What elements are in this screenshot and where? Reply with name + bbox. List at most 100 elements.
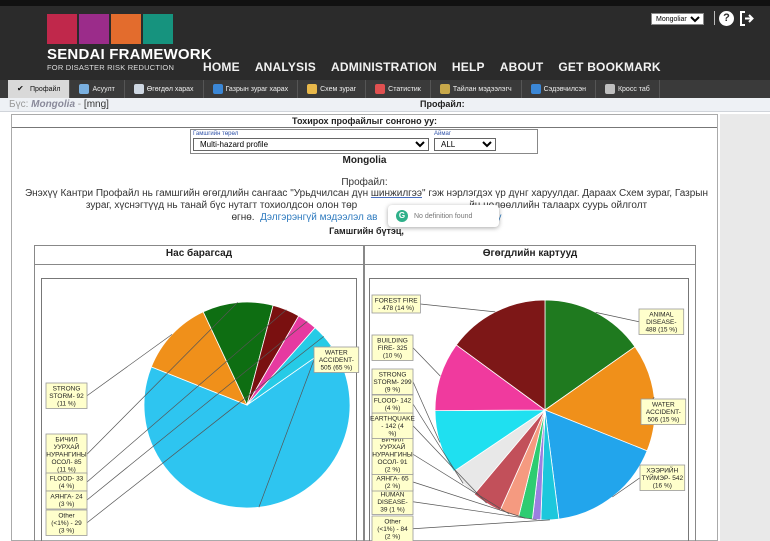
slice-label-line: (2 %) [385,483,401,490]
language-select[interactable]: Mongolian [651,13,704,25]
country-title: Mongolia [342,155,387,166]
check-icon: ✔ [17,84,24,93]
slice-label-line: (16 %) [653,483,672,490]
disaster-type-select[interactable]: Multi-hazard profile [193,138,429,151]
statistics-icon [375,84,386,94]
slice-label-line: %) [389,431,397,438]
tab-7[interactable]: Сэдэвчилсэн [522,80,596,98]
profile-label: Профайл: [341,177,388,188]
nav-administration[interactable]: ADMINISTRATION [331,60,437,74]
slice-label: ANIMAL DISEASE-488 (15 %) [645,312,677,334]
slice-label-line: БИЧИЛ [55,437,77,444]
tab-5[interactable]: Статистик [366,80,431,98]
table-icon [133,84,144,94]
header-bar: SENDAI FRAMEWORK FOR DISASTER RISK REDUC… [0,0,770,80]
breadcrumb-country[interactable]: Mongolia [31,99,75,110]
slice-label-line: НУРАНГИНЫ [46,452,87,459]
selector-title: Тохирох профайлыг сонгоно уу: [292,116,437,126]
slice-label-line: ОСОЛ- 85 [51,459,81,466]
slice-label-line: FOREST FIRE [375,298,419,305]
tab-label: Кросс таб [617,85,650,93]
slice-label-line: ANIMAL [649,312,674,319]
report-icon [439,84,450,94]
tab-label: Өгөгдөл харах [146,85,194,93]
slice-label-line: STORM- 299 [373,379,412,386]
label-leader-line [412,347,441,377]
breadcrumb-row: Бүс: Mongolia - [mng] Профайл: [0,98,770,112]
slice-label-line: DISEASE- [377,499,407,506]
slice-label-line: (3 %) [59,528,75,535]
tab-label: Профайл [30,85,61,93]
thematic-globe-icon [530,84,541,94]
nav-about[interactable]: ABOUT [500,60,544,74]
slice-label-line: HUMAN [381,492,405,499]
selector-divider [12,127,717,128]
datacards-chart-title: Өгөгдлийн картууд [482,248,578,259]
nav-help[interactable]: HELP [452,60,485,74]
slice-label-line: УУРХАЙ [54,442,80,451]
definition-tooltip: G No definition found [388,205,499,227]
slice-label-line: WATER [325,350,348,357]
profile-heading: Профайл: [420,99,465,109]
nav-get-bookmark[interactable]: GET BOOKMARK [558,60,660,74]
tab-4[interactable]: Схем зураг [298,80,367,98]
slice-label-line: EARTHQUAKE [370,416,415,423]
slice-label-line: FLOOD- 142 [374,398,412,405]
label-leader-line [420,303,496,313]
globe-icon [212,84,223,94]
help-question-circle-icon[interactable]: ? [719,11,734,26]
tab-label: Схем зураг [320,85,357,93]
header-divider [714,11,715,25]
province-label: Аймаг [434,131,452,137]
tab-0[interactable]: ✔ Профайл [8,80,71,98]
intro-paragraph: Энэхүү Кантри Профайл нь гамшгийн өгөгдл… [24,188,709,224]
breadcrumb-separator: - [77,99,82,110]
right-gutter [720,114,770,541]
slice-label-line: 506 (15 %) [647,417,679,424]
slice-label-line: (11 %) [57,467,76,474]
datacards-plot-frame: ANIMAL DISEASE-488 (15 %) WATER ACCIDENT-50… [369,278,689,541]
brand-title[interactable]: SENDAI FRAMEWORK [47,46,212,63]
main-nav: HOME ANALYSIS ADMINISTRATION HELP ABOUT … [203,60,661,74]
nav-home[interactable]: HOME [203,60,240,74]
panel-divider [35,264,363,265]
logout-arrow-icon[interactable] [739,11,755,26]
slice-label-line: FLOOD- 33 [50,476,84,483]
tab-bar: ✔ Профайл Асуулт Өгөгдөл харах Газрын зураг … [0,80,770,98]
slice-label: FOREST FIRE - 478 (14 %) [375,298,419,313]
deaths-pie-chart: WATER ACCIDENT-505 (65 %)STRONG STORM- 92(… [45,301,360,536]
slice-label-line: ТҮЙМЭР- 542 [642,473,684,482]
intro-text-1: Энэхүү Кантри Профайл нь гамшгийн өгөгдл… [24,188,371,199]
slice-label-line: - 478 (14 %) [378,305,414,312]
slice-label-line: 505 (65 %) [320,365,352,372]
tab-6[interactable]: Тайлан мэдээлэгч [431,80,522,98]
profile-content: Тохирох профайлыг сонгоно уу: Гамшгийн т… [11,114,718,541]
intro-more-info-link[interactable]: Дэлгэрэнгүй мэдээлэл ав [260,212,377,223]
slice-label-line: Other [384,519,401,526]
tab-label: Асуулт [92,85,115,93]
tooltip-text: No definition found [414,212,473,220]
slice-label-line: (11 %) [57,401,76,408]
label-leader-line [412,519,550,530]
slice-label-line: (<1%) - 84 [377,526,408,533]
slice-label-line: 488 (15 %) [645,327,677,334]
nav-analysis[interactable]: ANALYSIS [255,60,316,74]
tab-8[interactable]: Кросс таб [596,80,660,98]
top-strip [0,0,770,6]
brand-square-3 [111,14,141,44]
tab-1[interactable]: Асуулт [70,80,125,98]
breadcrumb-country-code: [mng] [83,99,109,110]
slice-label-line: (2 %) [385,534,401,541]
slice-label-line: (4 %) [385,405,401,412]
tab-label: Газрын зураг харах [225,85,289,93]
slice-label-line: DISEASE- [646,319,676,326]
tab-3[interactable]: Газрын зураг харах [204,80,299,98]
slice-label-line: FIRE- 325 [378,345,408,352]
brand-square-1 [47,14,77,44]
datacards-chart-panel: Өгөгдлийн картууд ANIMAL DISEASE-488 (15 … [364,245,696,541]
disaster-type-label: Гамшгийн төрөл [193,131,239,137]
brand-subtitle: FOR DISASTER RISK REDUCTION [47,63,175,72]
province-select[interactable]: ALL [434,138,496,151]
slice-label-line: 39 (1 %) [380,507,405,514]
tab-2[interactable]: Өгөгдөл харах [125,80,204,98]
